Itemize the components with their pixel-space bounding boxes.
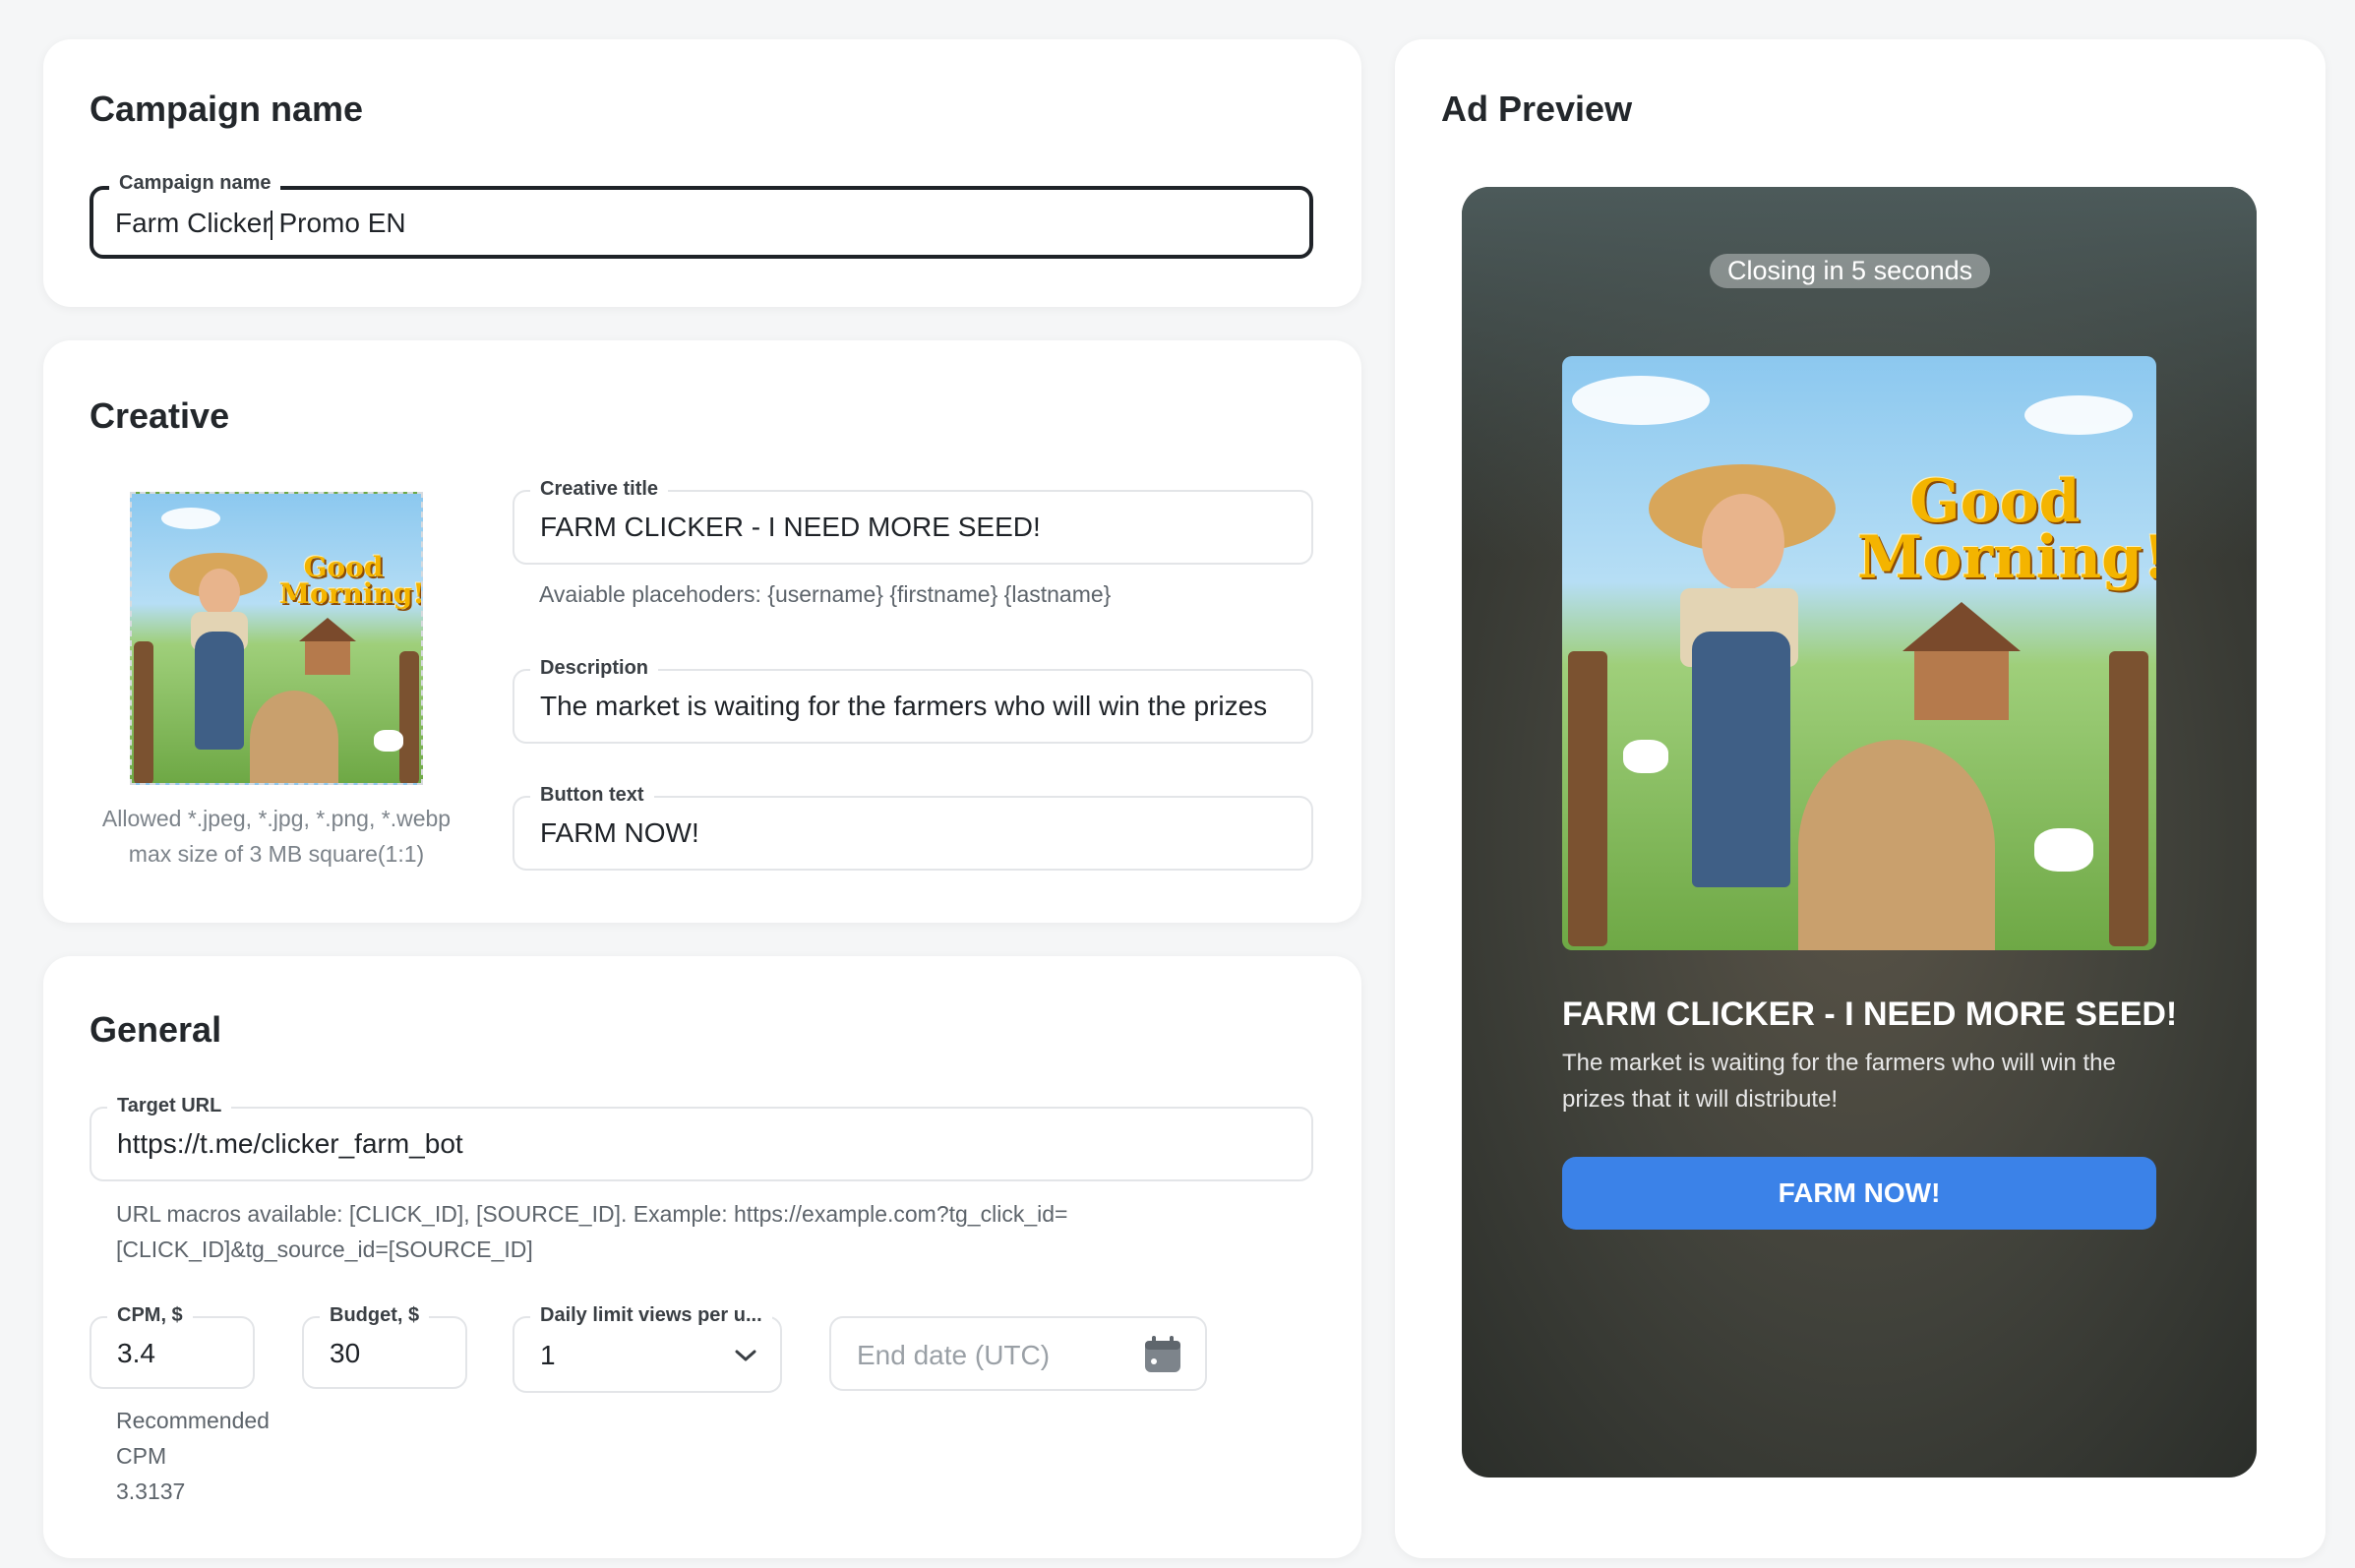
end-date-input[interactable]: End date (UTC): [829, 1316, 1207, 1391]
good-morning-artwork: Good Morning!: [1857, 467, 2156, 592]
cloud-decoration: [161, 508, 220, 529]
placeholders-hint: Avaiable placehoders: {username} {firstn…: [539, 581, 1112, 607]
ad-preview-heading: Ad Preview: [1441, 89, 1633, 129]
daily-limit-select[interactable]: Daily limit views per u... 1: [513, 1304, 782, 1393]
image-max-size: max size of 3 MB square(1:1): [128, 841, 425, 867]
daily-limit-value: 1: [540, 1340, 556, 1370]
ad-preview-title: FARM CLICKER - I NEED MORE SEED!: [1562, 995, 2178, 1033]
barn-roof-decoration: [1902, 602, 2021, 651]
general-heading: General: [90, 1009, 222, 1050]
barn-decoration: [1914, 651, 2009, 720]
creative-title-value: FARM CLICKER - I NEED MORE SEED!: [540, 512, 1041, 542]
ad-preview-image: Good Morning!: [1562, 356, 2156, 950]
general-card: General Target URL https://t.me/clicker_…: [43, 956, 1361, 1558]
target-url-value: https://t.me/clicker_farm_bot: [117, 1128, 463, 1159]
campaign-name-value-start: Farm Clicker: [115, 208, 272, 238]
campaign-name-value-end: Promo EN: [271, 208, 406, 238]
ad-preview-card: Ad Preview Closing in 5 seconds Good Mor…: [1395, 39, 2325, 1558]
good-morning-artwork: Good Morning!: [279, 551, 423, 610]
farmer-overalls-decoration: [1692, 632, 1790, 887]
description-value: The market is waiting for the farmers wh…: [540, 691, 1268, 721]
cow-decoration: [374, 730, 403, 752]
target-url-label: Target URL: [107, 1095, 232, 1117]
ad-preview-panel: Closing in 5 seconds Good Morning! FARM …: [1462, 187, 2257, 1478]
fence-right-decoration: [2109, 651, 2148, 946]
creative-title-input[interactable]: Creative title FARM CLICKER - I NEED MOR…: [513, 478, 1313, 565]
cpm-value: 3.4: [117, 1338, 155, 1368]
ad-preview-cta-button[interactable]: FARM NOW!: [1562, 1157, 2156, 1230]
farmer-overalls-decoration: [195, 632, 244, 750]
campaign-name-input[interactable]: Campaign name Farm Clicker Promo EN: [90, 172, 1313, 259]
creative-title-label: Creative title: [530, 478, 669, 501]
calendar-icon[interactable]: [1142, 1334, 1183, 1375]
campaign-name-card: Campaign name Campaign name Farm Clicker…: [43, 39, 1361, 307]
fence-left-decoration: [1568, 651, 1607, 946]
url-macros-hint-line1: URL macros available: [CLICK_ID], [SOURC…: [116, 1201, 1068, 1227]
creative-heading: Creative: [90, 395, 230, 436]
url-macros-hint-line2: [CLICK_ID]&tg_source_id=[SOURCE_ID]: [116, 1236, 533, 1262]
creative-image-upload[interactable]: Good Morning!: [130, 492, 423, 785]
closing-countdown: Closing in 5 seconds: [1710, 254, 1991, 288]
dirt-path-decoration: [250, 691, 338, 783]
fence-right-decoration: [399, 651, 419, 783]
recommended-cpm-line2: CPM: [116, 1443, 167, 1469]
end-date-placeholder: End date (UTC): [857, 1340, 1051, 1370]
button-text-input[interactable]: Button text FARM NOW!: [513, 784, 1313, 871]
budget-input[interactable]: Budget, $ 30: [302, 1304, 467, 1389]
recommended-cpm-line1: Recommended: [116, 1408, 270, 1433]
campaign-name-value: Farm Clicker Promo EN: [115, 208, 406, 240]
budget-label: Budget, $: [320, 1304, 430, 1327]
cpm-input[interactable]: CPM, $ 3.4: [90, 1304, 255, 1389]
cloud-decoration: [1572, 376, 1710, 425]
chevron-down-icon[interactable]: [733, 1346, 758, 1365]
description-input[interactable]: Description The market is waiting for th…: [513, 657, 1313, 744]
ad-preview-description-line1: The market is waiting for the farmers wh…: [1562, 1050, 2116, 1076]
campaign-name-heading: Campaign name: [90, 89, 364, 129]
description-label: Description: [530, 657, 659, 680]
cow-decoration: [1623, 740, 1668, 773]
creative-card: Creative Good Morning! Allowed *.jpeg, *…: [43, 340, 1361, 923]
cow-decoration: [2034, 828, 2093, 872]
fence-left-decoration: [134, 641, 153, 783]
budget-value: 30: [330, 1338, 361, 1368]
target-url-input[interactable]: Target URL https://t.me/clicker_farm_bot: [90, 1095, 1313, 1181]
campaign-name-label: Campaign name: [109, 172, 281, 195]
ad-preview-description-line2: prizes that it will distribute!: [1562, 1086, 1839, 1113]
barn-decoration: [305, 641, 350, 675]
dirt-path-decoration: [1798, 740, 1995, 950]
barn-roof-decoration: [299, 618, 356, 641]
cpm-label: CPM, $: [107, 1304, 193, 1327]
button-text-label: Button text: [530, 784, 654, 807]
cloud-decoration: [2024, 395, 2133, 435]
image-allowed-formats: Allowed *.jpeg, *.jpg, *.png, *.webp: [101, 806, 452, 831]
farmer-face-decoration: [1702, 494, 1784, 590]
farmer-face-decoration: [199, 569, 240, 616]
daily-limit-label: Daily limit views per u...: [530, 1304, 772, 1327]
recommended-cpm-value: 3.3137: [116, 1478, 186, 1504]
button-text-value: FARM NOW!: [540, 817, 699, 848]
